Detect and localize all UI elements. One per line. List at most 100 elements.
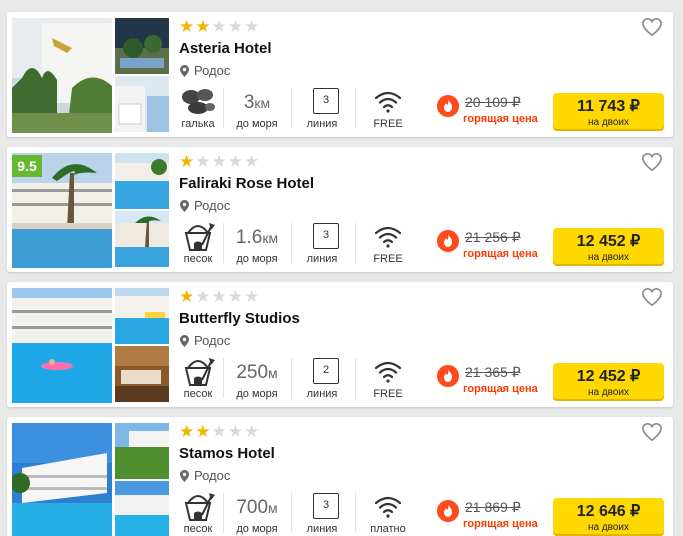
hotel-photo-main[interactable] xyxy=(12,18,112,133)
wifi-label: FREE xyxy=(373,388,403,400)
hot-price-label: горящая цена xyxy=(463,113,538,125)
price-subtitle: на двоих xyxy=(587,522,630,533)
price-subtitle: на двоих xyxy=(587,117,630,128)
fire-icon xyxy=(437,500,459,522)
price-subtitle: на двоих xyxy=(587,387,630,398)
hotel-photo-main[interactable] xyxy=(12,423,112,536)
favorite-heart-icon[interactable] xyxy=(641,287,663,307)
map-pin-icon xyxy=(180,64,189,77)
hotel-location: Родос xyxy=(180,63,230,78)
hot-price-label: горящая цена xyxy=(463,383,538,395)
hotel-photo-thumb[interactable] xyxy=(115,346,169,402)
wifi-info: платно xyxy=(363,491,413,536)
location-label: Родос xyxy=(194,198,231,213)
beach-type: галька xyxy=(177,86,219,136)
star-empty-icon: ★ xyxy=(227,17,244,36)
hotel-photo-thumb[interactable] xyxy=(115,423,169,479)
divider xyxy=(355,223,356,263)
beach-line: 3 линия xyxy=(297,221,347,271)
favorite-heart-icon[interactable] xyxy=(641,422,663,442)
star-rating: ★★★★★ xyxy=(179,153,260,170)
pebbles-icon xyxy=(182,89,215,114)
hotel-card[interactable]: 9.5 ★★★★★ Faliraki Rose Hotel Родос песо… xyxy=(7,147,673,272)
divider xyxy=(223,223,224,263)
map-pin-icon xyxy=(180,199,189,212)
hotel-name[interactable]: Faliraki Rose Hotel xyxy=(179,175,314,192)
old-price: 21 365 ₽ xyxy=(465,364,521,380)
divider xyxy=(355,358,356,398)
wifi-label: FREE xyxy=(373,253,403,265)
star-rating: ★★★★★ xyxy=(179,18,260,35)
map-pin-icon xyxy=(180,469,189,482)
price-button[interactable]: 11 743 ₽ на двоих xyxy=(553,93,664,131)
line-label: линия xyxy=(306,523,338,535)
hotel-location: Родос xyxy=(180,198,230,213)
divider xyxy=(291,223,292,263)
hotel-photo-thumb[interactable] xyxy=(115,288,169,344)
fire-icon xyxy=(437,95,459,117)
wifi-label: FREE xyxy=(373,118,403,130)
sand-bucket-icon xyxy=(184,358,215,386)
wifi-info: FREE xyxy=(363,356,413,406)
star-empty-icon: ★ xyxy=(244,152,261,171)
fire-icon xyxy=(437,230,459,252)
hotel-photo-thumb[interactable] xyxy=(115,76,169,132)
divider xyxy=(355,88,356,128)
hotel-location: Родос xyxy=(180,333,230,348)
price-button[interactable]: 12 452 ₽ на двоих xyxy=(553,363,664,401)
star-rating: ★★★★★ xyxy=(179,423,260,440)
divider xyxy=(291,88,292,128)
hotel-photo-thumb[interactable] xyxy=(115,211,169,267)
price-subtitle: на двоих xyxy=(587,252,630,263)
hotel-photo-thumb[interactable] xyxy=(115,481,169,536)
star-filled-icon: ★ xyxy=(195,422,212,441)
star-empty-icon: ★ xyxy=(211,287,228,306)
favorite-heart-icon[interactable] xyxy=(641,152,663,172)
hotel-name[interactable]: Butterfly Studios xyxy=(179,310,300,327)
distance-label: до моря xyxy=(236,388,278,400)
price-value: 12 646 ₽ xyxy=(576,503,641,520)
line-number-box: 3 xyxy=(313,88,339,114)
star-empty-icon: ★ xyxy=(195,152,212,171)
beach-type: песок xyxy=(177,221,219,271)
beach-type-label: песок xyxy=(183,388,213,400)
location-label: Родос xyxy=(194,333,231,348)
beach-line: 2 линия xyxy=(297,356,347,406)
hotel-photo-thumb[interactable] xyxy=(115,153,169,209)
location-label: Родос xyxy=(194,63,231,78)
hotel-photo-thumb[interactable] xyxy=(115,18,169,74)
line-number-box: 2 xyxy=(313,358,339,384)
price-button[interactable]: 12 646 ₽ на двоих xyxy=(553,498,664,536)
hotel-card[interactable]: ★★★★★ Stamos Hotel Родос песок 700м до м… xyxy=(7,417,673,536)
sea-distance: 700м до моря xyxy=(229,491,285,536)
star-empty-icon: ★ xyxy=(211,422,228,441)
hot-price-label: горящая цена xyxy=(463,518,538,530)
distance-value: 250 xyxy=(236,362,269,383)
wifi-label: платно xyxy=(370,523,406,535)
favorite-heart-icon[interactable] xyxy=(641,17,663,37)
star-empty-icon: ★ xyxy=(227,287,244,306)
distance-unit: км xyxy=(262,230,279,246)
hotel-name[interactable]: Stamos Hotel xyxy=(179,445,275,462)
hotel-name[interactable]: Asteria Hotel xyxy=(179,40,272,57)
beach-type: песок xyxy=(177,491,219,536)
star-filled-icon: ★ xyxy=(179,422,196,441)
wifi-icon xyxy=(374,496,402,518)
sea-distance: 1.6км до моря xyxy=(229,221,285,271)
price-button[interactable]: 12 452 ₽ на двоих xyxy=(553,228,664,266)
star-empty-icon: ★ xyxy=(195,287,212,306)
distance-label: до моря xyxy=(236,523,278,535)
divider xyxy=(291,493,292,533)
sea-distance: 250м до моря xyxy=(229,356,285,406)
beach-type-label: песок xyxy=(183,253,213,265)
hotel-card[interactable]: ★★★★★ Butterfly Studios Родос песок 250м… xyxy=(7,282,673,407)
beach-line: 3 линия xyxy=(297,86,347,136)
sand-bucket-icon xyxy=(184,493,215,521)
star-filled-icon: ★ xyxy=(179,152,196,171)
hotel-card[interactable]: ★★★★★ Asteria Hotel Родос галька 3км до … xyxy=(7,12,673,137)
hotel-photo-main[interactable] xyxy=(12,288,112,403)
beach-line: 3 линия xyxy=(297,491,347,536)
map-pin-icon xyxy=(180,334,189,347)
star-empty-icon: ★ xyxy=(211,152,228,171)
divider xyxy=(223,88,224,128)
